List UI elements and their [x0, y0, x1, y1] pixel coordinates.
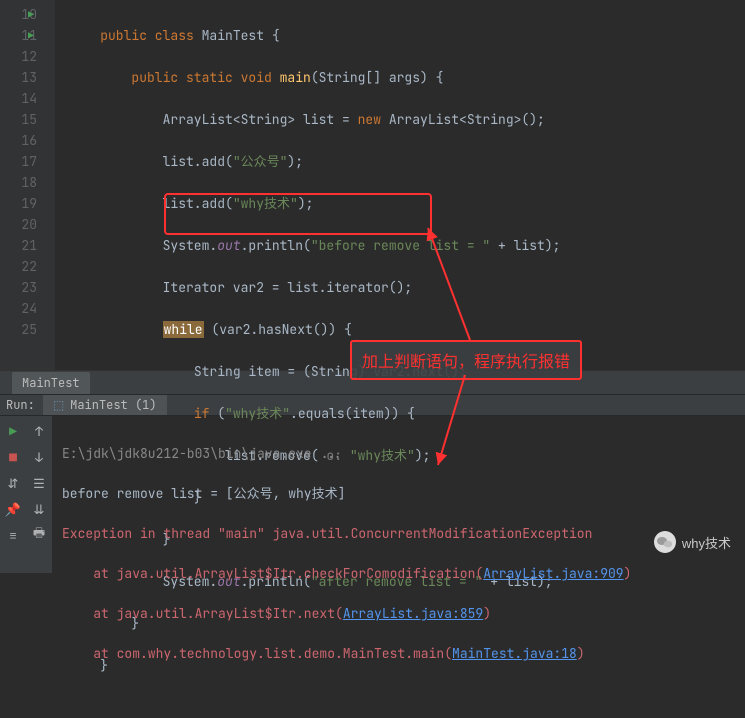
console-stack: at java.util.ArrayList$Itr.checkForComod… [62, 564, 631, 584]
line-number: 16 [0, 130, 55, 151]
run-label: Run: [0, 397, 35, 413]
more-button[interactable]: ≡ [4, 526, 22, 544]
console-stdout: before remove list = [公众号, why技术] [62, 484, 631, 504]
run-config-icon: ⬚ [53, 397, 64, 413]
run-toolbar-left: ▶ ■ ⇵ 📌 ≡ [0, 416, 26, 573]
stack-link[interactable]: ArrayList.java:859 [343, 605, 483, 622]
watermark: why技术 [654, 531, 731, 553]
down-button[interactable]: ↓ [30, 448, 48, 466]
line-number: 15 [0, 109, 55, 130]
line-number: ▶10 [0, 4, 55, 25]
line-number: 18 [0, 172, 55, 193]
stack-link[interactable]: MainTest.java:18 [452, 645, 577, 662]
line-number: 20 [0, 214, 55, 235]
stack-link[interactable]: ArrayList.java:909 [483, 565, 623, 582]
layout-button[interactable]: ⇵ [4, 474, 22, 492]
pin-button[interactable]: 📌 [4, 500, 22, 518]
wechat-icon [654, 531, 676, 553]
line-number: 14 [0, 88, 55, 109]
console-output[interactable]: E:\jdk\jdk8u212-b03\bin\java.exe ... bef… [52, 416, 641, 573]
code-editor[interactable]: ▶10 ▶11 12 13 14 15 16 17 18 19 20 21 22… [0, 0, 745, 370]
console-stack: at java.util.ArrayList$Itr.next(ArrayLis… [62, 604, 631, 624]
run-toolbar-right: ↑ ↓ ☰ ⇊ 🖶 [26, 416, 52, 573]
line-number: 23 [0, 277, 55, 298]
line-number: 25 [0, 319, 55, 340]
scroll-button[interactable]: ⇊ [30, 500, 48, 518]
stop-button[interactable]: ■ [4, 448, 22, 466]
console-cmd: E:\jdk\jdk8u212-b03\bin\java.exe ... [62, 444, 631, 464]
print-button[interactable]: 🖶 [30, 526, 48, 544]
console-stack: at com.why.technology.list.demo.MainTest… [62, 644, 631, 664]
line-number: 22 [0, 256, 55, 277]
line-number: 21 [0, 235, 55, 256]
line-gutter: ▶10 ▶11 12 13 14 15 16 17 18 19 20 21 22… [0, 0, 55, 370]
line-number: ▶11 [0, 25, 55, 46]
line-number: 24 [0, 298, 55, 319]
up-button[interactable]: ↑ [30, 422, 48, 440]
line-number: 17 [0, 151, 55, 172]
run-class-icon[interactable]: ▶ [28, 8, 34, 21]
annotation-text: 加上判断语句，程序执行报错 [350, 340, 582, 380]
run-method-icon[interactable]: ▶ [28, 29, 34, 42]
code-area[interactable]: public class MainTest { public static vo… [55, 0, 560, 370]
line-number: 13 [0, 67, 55, 88]
rerun-button[interactable]: ▶ [4, 422, 22, 440]
line-number: 19 [0, 193, 55, 214]
tab-maintest[interactable]: MainTest [12, 372, 90, 394]
wrap-button[interactable]: ☰ [30, 474, 48, 492]
line-number: 12 [0, 46, 55, 67]
console-exception: Exception in thread "main" java.util.Con… [62, 524, 631, 544]
run-tab[interactable]: ⬚ MainTest (1) [43, 395, 167, 415]
